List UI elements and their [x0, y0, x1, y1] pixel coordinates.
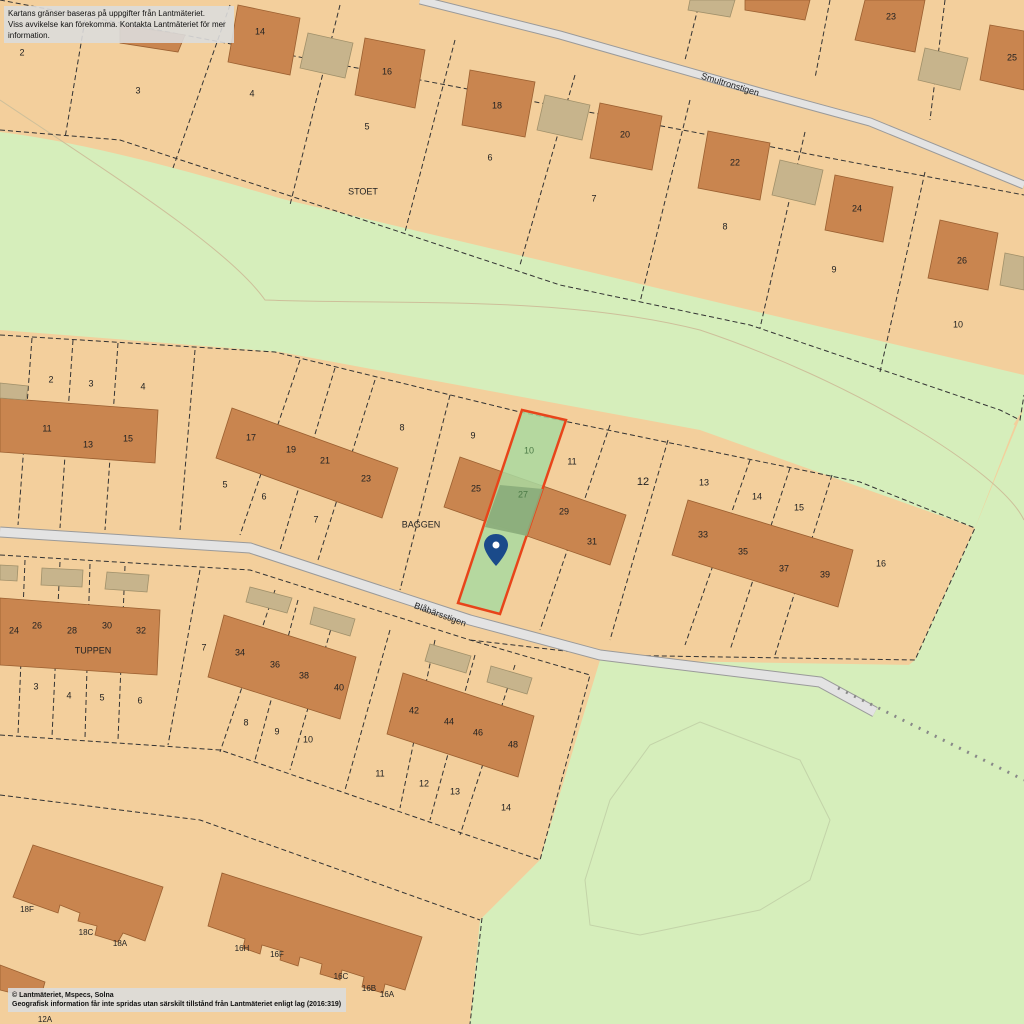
address-label: 18A [113, 939, 128, 948]
address-label: 12A [38, 1015, 53, 1024]
parcel-label: 3 [88, 378, 93, 388]
attribution-line: © Lantmäteriet, Mspecs, Solna [12, 992, 114, 999]
parcel-label: 12 [637, 476, 649, 488]
house-label: 28 [67, 625, 77, 635]
parcel-label: 3 [33, 681, 38, 691]
disclaimer-line: Viss avvikelse kan förekomma. Kontakta L… [8, 20, 226, 40]
address-label: 16F [270, 950, 284, 959]
house-label: 21 [320, 455, 330, 465]
baggen-shed [0, 382, 29, 401]
house-label: 24 [852, 203, 862, 213]
address-label: 16B [362, 984, 376, 993]
parcel-label: 9 [470, 430, 475, 440]
house-label: 26 [957, 255, 967, 265]
house-label: 32 [136, 625, 146, 635]
parcel-label: 7 [591, 193, 596, 203]
house-label: 22 [730, 157, 740, 167]
parcel-label: 5 [99, 692, 104, 702]
address-label: 18F [20, 905, 34, 914]
parcel-label: 8 [399, 422, 404, 432]
parcel-label: 15 [794, 502, 804, 512]
house-label: 46 [473, 727, 483, 737]
parcel-label: 13 [699, 477, 709, 487]
parcel-label: 6 [261, 491, 266, 501]
parcel-label: 6 [487, 152, 492, 162]
parcel-label: 5 [222, 479, 227, 489]
house-label: 38 [299, 670, 309, 680]
parcel-label: 13 [450, 786, 460, 796]
block-label-stoet: STOET [348, 186, 378, 196]
house-label: 26 [32, 620, 42, 630]
parcel-label: 7 [313, 514, 318, 524]
address-label: 16A [380, 990, 395, 999]
house-label: 35 [738, 546, 748, 556]
block-label-tuppen: TUPPEN [75, 645, 112, 655]
parcel-label: 9 [831, 264, 836, 274]
house-label: 13 [83, 439, 93, 449]
parcel-label: 9 [274, 726, 279, 736]
parcel-label: 5 [364, 121, 369, 131]
map-disclaimer: Kartans gränser baseras på uppgifter frå… [4, 6, 234, 43]
selected-parcel-label: 10 [524, 445, 534, 455]
house-label: 31 [587, 536, 597, 546]
house-label: 20 [620, 129, 630, 139]
house-label: 33 [698, 529, 708, 539]
house-label: 23 [361, 473, 371, 483]
parcel-label: 10 [953, 319, 963, 329]
house-label: 23 [886, 11, 896, 21]
parcel-label: 3 [135, 85, 140, 95]
house-label: 34 [235, 647, 245, 657]
parcel-label: 16 [876, 558, 886, 568]
house-label: 14 [255, 26, 265, 36]
house-label: 44 [444, 716, 454, 726]
house-label: 25 [471, 483, 481, 493]
house-label: 40 [334, 682, 344, 692]
map-canvas[interactable]: Smultronstigen Blåbärsstigen 2 3 4 5 6 7… [0, 0, 1024, 1024]
house-label: 24 [9, 625, 19, 635]
parcel-label: 14 [752, 491, 762, 501]
house-label: 11 [42, 423, 51, 433]
parcel-label: 2 [48, 374, 53, 384]
house-label: 19 [286, 444, 296, 454]
parcel-label: 14 [501, 802, 511, 812]
block-label-baggen: BAGGEN [402, 519, 441, 529]
address-label: 16H [235, 944, 250, 953]
parcel-label: 8 [722, 221, 727, 231]
attribution-line: Geografisk information får inte spridas … [12, 1001, 342, 1008]
selected-house-label: 27 [518, 489, 528, 499]
disclaimer-line: Kartans gränser baseras på uppgifter frå… [8, 9, 205, 18]
parcel-label: 11 [375, 768, 384, 778]
address-label: 16C [334, 972, 349, 981]
house-label: 48 [508, 739, 518, 749]
house-label: 17 [246, 432, 256, 442]
house-label: 36 [270, 659, 280, 669]
parcel-label: 4 [249, 88, 254, 98]
parcel-label: 8 [243, 717, 248, 727]
parcel-label: 12 [419, 778, 429, 788]
parcel-label: 11 [567, 456, 576, 466]
house-label: 15 [123, 433, 133, 443]
house-label: 42 [409, 705, 419, 715]
house-label: 39 [820, 569, 830, 579]
parcel-label: 7 [201, 642, 206, 652]
parcel-label: 10 [303, 734, 313, 744]
house-label: 30 [102, 620, 112, 630]
parcel-label: 4 [66, 690, 71, 700]
house-label: 37 [779, 563, 789, 573]
house-label: 18 [492, 100, 502, 110]
parcel-label: 6 [137, 695, 142, 705]
parcel-label: 2 [19, 47, 24, 57]
house-label: 29 [559, 506, 569, 516]
parcel-label: 4 [140, 381, 145, 391]
house-label: 25 [1007, 52, 1017, 62]
address-label: 18C [79, 928, 94, 937]
house-label: 16 [382, 66, 392, 76]
map-attribution: © Lantmäteriet, Mspecs, Solna Geografisk… [8, 988, 346, 1012]
